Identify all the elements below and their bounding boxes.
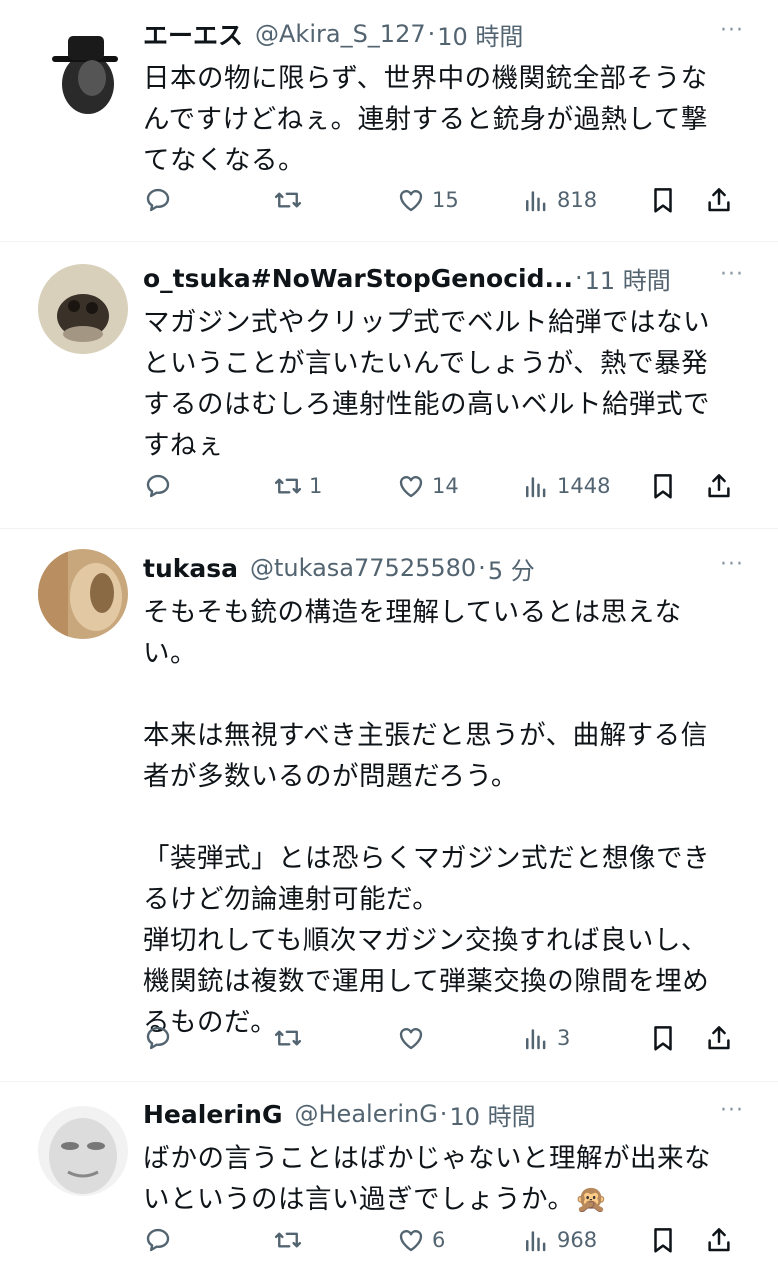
like-icon [399,476,423,498]
separator-dot: · [478,554,486,582]
tweet-text: そもそも銃の構造を理解しているとは思えな い。 本来は無視すべき主張だと思うが、… [143,597,710,1038]
author-handle[interactable]: @Akira_S_127 [255,20,426,48]
reply-icon [146,474,170,498]
views-count: 3 [557,1026,571,1050]
more-options-icon[interactable]: ··· [720,1098,744,1123]
separator-dot: · [439,1100,448,1128]
bookmark-icon [654,474,672,499]
more-options-icon[interactable]: ··· [720,18,744,43]
action-bar: 15 818 [0,180,778,220]
author-name[interactable]: エーエス [143,16,243,52]
like-button[interactable]: 14 [396,466,459,506]
retweet-button[interactable] [273,1220,309,1260]
views-icon [526,191,546,212]
timestamp[interactable]: 10 時間 [449,1097,535,1132]
views-icon [526,477,546,498]
views-button[interactable]: 968 [521,1220,597,1260]
bookmark-icon [654,1228,672,1253]
action-bar: 6 968 [0,1220,778,1260]
views-icon [526,1231,546,1252]
reply-button[interactable] [143,1018,179,1058]
like-button[interactable]: 15 [396,180,459,220]
bookmark-button[interactable] [648,466,678,506]
tweet[interactable]: エーエス @Akira_S_127 · 10 時間 ··· 日本の物に限らず、世… [0,0,778,242]
retweet-button[interactable]: 1 [273,466,322,506]
reply-button[interactable] [143,466,179,506]
author-handle[interactable]: @tukasa77525580 [250,554,476,582]
like-count: 15 [432,188,459,212]
tweet-text: 日本の物に限らず、世界中の機関銃全部そうな んですけどねぇ。連射すると銃身が過熱… [143,63,708,176]
tweet[interactable]: tukasa @tukasa77525580 · 5 分 ··· そもそも銃の構… [0,529,778,1082]
timestamp[interactable]: 10 時間 [437,17,523,52]
like-icon [399,1028,423,1050]
views-icon [526,1029,546,1050]
like-icon [399,1230,423,1252]
retweet-count: 1 [309,474,323,498]
timestamp[interactable]: 5 分 [488,551,535,586]
tweet[interactable]: o_tsuka#NoWarStopGenocid... · 11 時間 ··· … [0,242,778,529]
reply-icon [146,1228,170,1252]
more-options-icon[interactable]: ··· [720,552,744,577]
retweet-button[interactable] [273,180,309,220]
like-icon [399,190,423,212]
bookmark-button[interactable] [648,1220,678,1260]
tweet-text: ばかの言うことはばかじゃないと理解が出来な いというのは言い過ぎでしょうか。🙊 [143,1143,712,1215]
retweet-icon [274,192,302,208]
like-count: 14 [432,474,459,498]
bookmark-button[interactable] [648,1018,678,1058]
avatar[interactable] [38,26,128,116]
share-icon [708,188,730,212]
share-button[interactable] [704,466,734,506]
reply-button[interactable] [143,1220,179,1260]
reply-button[interactable] [143,180,179,220]
separator-dot: · [427,20,436,48]
author-name[interactable]: tukasa [143,554,238,583]
share-button[interactable] [704,1018,734,1058]
bookmark-icon [654,188,672,213]
reply-icon [146,1026,170,1050]
timestamp[interactable]: 11 時間 [585,261,671,296]
retweet-icon [274,1030,302,1046]
views-count: 1448 [557,474,611,498]
views-button[interactable]: 818 [521,180,597,220]
action-bar: 3 [0,1018,778,1058]
author-name[interactable]: o_tsuka#NoWarStopGenocid... [143,264,573,293]
avatar[interactable] [38,1106,128,1196]
views-button[interactable]: 3 [521,1018,570,1058]
share-icon [708,1228,730,1252]
avatar[interactable] [38,549,128,639]
share-icon [708,474,730,498]
tweet-text: マガジン式やクリップ式でベルト給弾ではない ということが言いたいんでしょうが、熱… [143,307,710,461]
retweet-icon [274,1232,302,1248]
retweet-button[interactable] [273,1018,309,1058]
like-count: 6 [432,1228,446,1252]
author-name[interactable]: HealerinG [143,1100,283,1129]
author-handle[interactable]: @HealerinG [295,1100,438,1128]
separator-dot: · [574,264,583,292]
share-button[interactable] [704,180,734,220]
reply-icon [146,188,170,212]
retweet-icon [274,478,302,494]
tweet[interactable]: HealerinG @HealerinG · 10 時間 ··· ばかの言うこと… [0,1082,778,1280]
bookmark-icon [654,1026,672,1051]
like-button[interactable] [396,1018,432,1058]
share-icon [708,1026,730,1050]
views-count: 818 [557,188,598,212]
views-count: 968 [557,1228,598,1252]
avatar[interactable] [38,264,128,354]
like-button[interactable]: 6 [396,1220,445,1260]
action-bar: 1 14 1448 [0,466,778,506]
more-options-icon[interactable]: ··· [720,262,744,287]
bookmark-button[interactable] [648,180,678,220]
share-button[interactable] [704,1220,734,1260]
views-button[interactable]: 1448 [521,466,610,506]
